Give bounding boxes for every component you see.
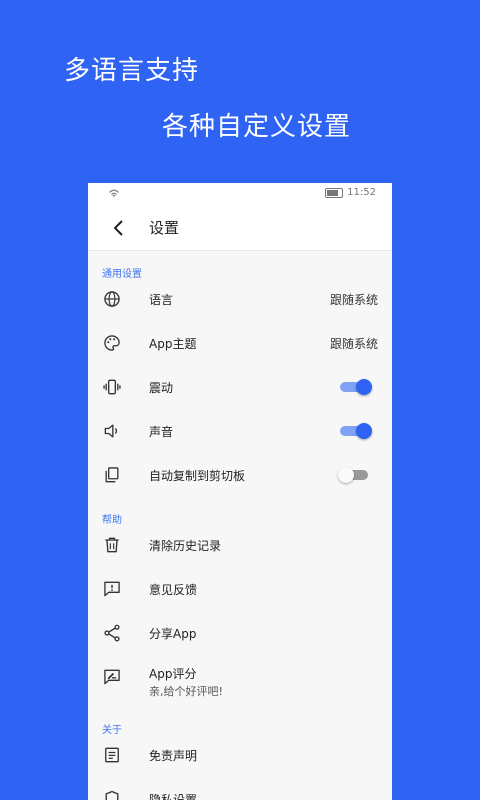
back-arrow-icon (113, 219, 123, 236)
help-feedback[interactable]: 意见反馈 (88, 567, 392, 611)
help-feedback-label: 意见反馈 (149, 582, 198, 597)
status-time: 11:52 (347, 187, 376, 198)
rate-review-icon (104, 669, 120, 685)
back-button[interactable] (88, 205, 149, 250)
about-disclaimer-label: 免责声明 (149, 748, 198, 763)
setting-vibration-label: 震动 (149, 380, 174, 395)
palette-icon (104, 335, 120, 351)
help-share[interactable]: 分享App (88, 611, 392, 655)
setting-sound-label: 声音 (149, 424, 174, 439)
page-title: 设置 (149, 219, 180, 237)
setting-auto-copy[interactable]: 自动复制到剪切板 (88, 453, 392, 497)
wifi-icon (109, 189, 119, 197)
help-share-label: 分享App (149, 626, 197, 641)
setting-theme-value: 跟随系统 (329, 336, 378, 351)
about-privacy-label: 隐私设置 (149, 792, 198, 800)
shield-icon (105, 790, 119, 800)
vibration-toggle[interactable] (340, 379, 372, 395)
help-clear-history[interactable]: 清除历史记录 (88, 523, 392, 567)
setting-vibration[interactable]: 震动 (88, 365, 392, 409)
speaker-icon (104, 424, 118, 438)
status-bar: 11:52 (88, 183, 392, 205)
section-general-header: 通用设置 (102, 269, 142, 280)
battery-icon (325, 187, 344, 198)
trash-icon (105, 537, 119, 553)
help-rate[interactable]: App评分 亲,给个好评吧! (88, 655, 392, 707)
vibration-icon (103, 379, 121, 395)
help-clear-history-label: 清除历史记录 (149, 538, 222, 553)
feedback-icon (104, 581, 120, 597)
setting-language[interactable]: 语言 跟随系统 (88, 277, 392, 321)
setting-theme-label: App主题 (149, 336, 197, 351)
auto-copy-toggle[interactable] (338, 467, 370, 483)
setting-language-label: 语言 (149, 292, 174, 307)
globe-icon (104, 291, 120, 307)
app-bar: 设置 (88, 205, 392, 251)
section-help-header: 帮助 (102, 515, 122, 526)
promo-headline-2: 各种自定义设置 (162, 112, 352, 142)
help-rate-subtitle: 亲,给个好评吧! (149, 685, 223, 698)
about-disclaimer[interactable]: 免责声明 (88, 733, 392, 777)
section-about-header: 关于 (102, 725, 122, 736)
about-privacy[interactable]: 隐私设置 (88, 777, 392, 800)
help-rate-label: App评分 (149, 667, 197, 681)
setting-theme[interactable]: App主题 跟随系统 (88, 321, 392, 365)
sound-toggle[interactable] (340, 423, 372, 439)
setting-language-value: 跟随系统 (329, 292, 378, 307)
setting-auto-copy-label: 自动复制到剪切板 (149, 468, 246, 483)
promo-headline-1: 多语言支持 (64, 56, 200, 86)
setting-sound[interactable]: 声音 (88, 409, 392, 453)
share-icon (104, 624, 120, 642)
phone-screen: 11:52 设置 通用设置 语言 跟随系统 App主题 跟随系统 震动 声音 自… (88, 183, 392, 800)
copy-icon (105, 467, 119, 483)
document-icon (105, 747, 119, 763)
